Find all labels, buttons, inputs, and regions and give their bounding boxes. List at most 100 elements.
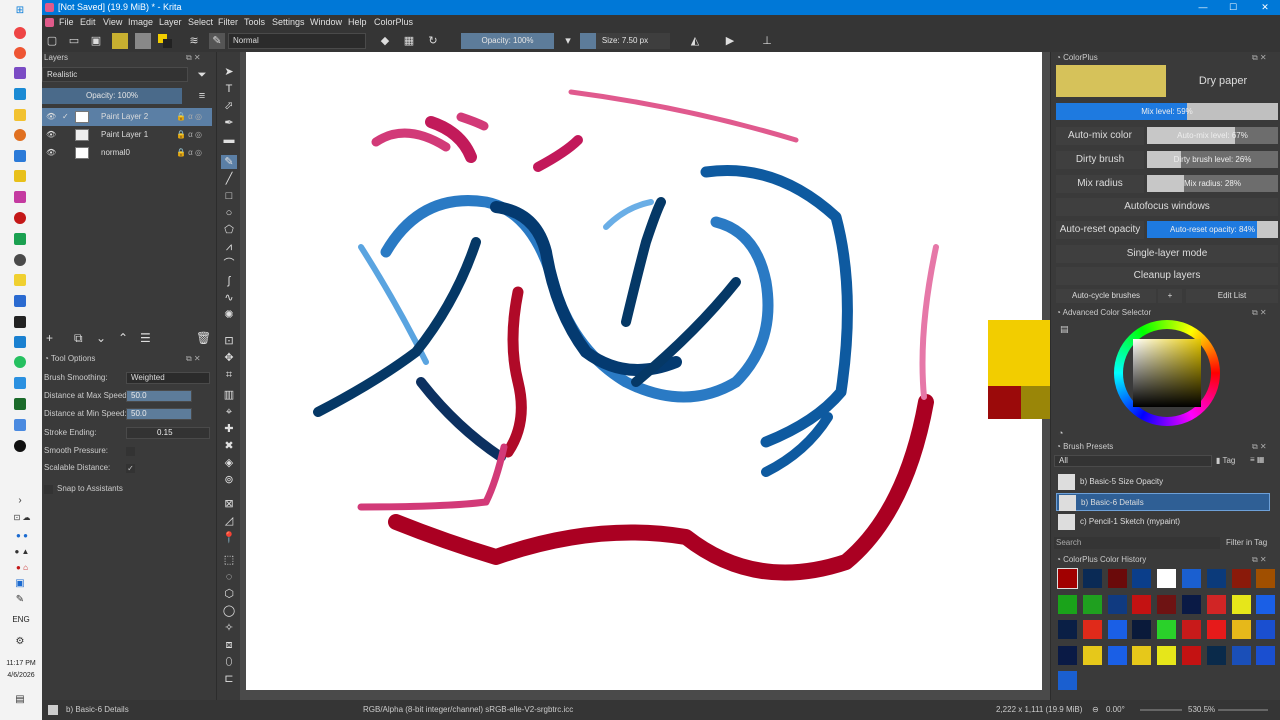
visibility-eye-icon[interactable]: 👁 <box>46 144 56 162</box>
duplicate-layer-icon[interactable]: ⧉ <box>74 331 83 346</box>
layer-opacity-slider[interactable]: Opacity: 100% <box>42 88 182 104</box>
float-icon[interactable]: ⧉ ✕ <box>186 353 201 365</box>
polyline-tool-icon[interactable]: ⩘ <box>221 240 237 254</box>
mirror-horizontal-icon[interactable]: ◭ <box>687 33 703 49</box>
layer-properties-icon[interactable]: ☰ <box>140 331 151 345</box>
scalable-distance-checkbox[interactable]: ✓ <box>126 464 135 473</box>
measure-tool-icon[interactable]: ◿ <box>221 514 237 528</box>
app-icon[interactable] <box>14 191 26 203</box>
colorize-mask-icon[interactable]: ✖ <box>221 439 237 453</box>
brush-settings-icon[interactable]: ≋ <box>186 33 202 49</box>
freehand-brush-icon[interactable]: ✎ <box>221 155 237 169</box>
history-swatch[interactable] <box>1256 569 1276 588</box>
language-indicator[interactable]: ENG <box>0 615 42 624</box>
preset-item[interactable]: c) Pencil-1 Sketch (mypaint) <box>1056 513 1270 531</box>
add-button[interactable]: + <box>1158 289 1182 303</box>
menu-select[interactable]: Select <box>188 15 213 30</box>
mix-radius-slider[interactable]: Mix radius: 28% <box>1147 175 1278 192</box>
fill-gradient-icon[interactable]: ▬ <box>221 133 237 147</box>
whatsapp-icon[interactable] <box>14 356 26 368</box>
enclose-fill-icon[interactable]: ⊚ <box>221 473 237 487</box>
checkbox-icon[interactable]: ✓ <box>62 108 69 126</box>
history-swatch[interactable] <box>1182 594 1201 614</box>
history-swatch[interactable] <box>1132 594 1152 614</box>
app-icon[interactable] <box>14 254 26 266</box>
text-tool-icon[interactable]: T <box>221 82 237 96</box>
history-swatch[interactable] <box>1107 594 1127 614</box>
smart-patch-icon[interactable]: ✚ <box>221 422 237 436</box>
contiguous-select-icon[interactable]: ✧ <box>221 621 237 635</box>
layer-flags-icon[interactable]: 🔒 α ◎ <box>176 144 202 162</box>
network-icon[interactable]: ▣ <box>14 578 26 590</box>
fg-bg-color-icon[interactable] <box>157 33 173 49</box>
history-swatch[interactable] <box>1082 620 1102 639</box>
layer-row-paint-layer-1[interactable]: 👁 Paint Layer 1 🔒 α ◎ <box>42 126 212 144</box>
app-icon[interactable] <box>14 398 26 410</box>
selector-settings-icon[interactable]: ▤ <box>1060 324 1072 336</box>
layer-flags-icon[interactable]: 🔒 α ◎ <box>176 126 202 144</box>
menu-window[interactable]: Window <box>310 15 342 30</box>
app-icon[interactable] <box>14 212 26 224</box>
app-icon[interactable] <box>14 440 26 452</box>
dirty-brush-button[interactable]: Dirty brush <box>1056 151 1144 169</box>
history-swatch[interactable] <box>1231 569 1251 588</box>
tray-icons[interactable]: ● ▲ <box>7 546 37 558</box>
visibility-eye-icon[interactable]: 👁 <box>46 108 56 126</box>
stroke-ending-spin[interactable]: 0.15 <box>126 427 210 439</box>
auto-mix-level-slider[interactable]: Auto-mix level: 67% <box>1147 127 1278 144</box>
assistant-tool-icon[interactable]: ⊠ <box>221 497 237 511</box>
save-icon[interactable]: ▣ <box>88 33 104 49</box>
float-icon[interactable]: ⧉ ✕ <box>1252 307 1267 319</box>
history-swatch[interactable] <box>1206 594 1226 614</box>
mirror-vertical-icon[interactable]: ▶ <box>722 33 738 49</box>
pattern-icon[interactable] <box>135 33 151 49</box>
freehand-path-icon[interactable]: ʃ <box>221 274 237 288</box>
calligraphy-icon[interactable]: ✒ <box>221 116 237 130</box>
menu-filter[interactable]: Filter <box>218 15 238 30</box>
mix-radius-button[interactable]: Mix radius <box>1056 175 1144 193</box>
close-button[interactable]: ✕ <box>1250 0 1280 15</box>
history-swatch[interactable] <box>1107 569 1127 588</box>
tray-icons[interactable]: ⊡ ☁ <box>7 512 37 524</box>
history-swatch[interactable] <box>1206 645 1226 665</box>
layer-row-normal0[interactable]: 👁 normal0 🔒 α ◎ <box>42 144 212 162</box>
menu-icon[interactable]: ≡ <box>194 88 210 104</box>
transform-tool-icon[interactable]: ⊡ <box>221 334 237 348</box>
krita-icon[interactable] <box>14 419 26 431</box>
gradient-icon[interactable] <box>112 33 128 49</box>
float-icon[interactable]: ⧉ ✕ <box>1252 441 1267 453</box>
visibility-eye-icon[interactable]: 👁 <box>46 126 56 144</box>
autofocus-windows-button[interactable]: Autofocus windows <box>1056 198 1278 216</box>
app-icon[interactable] <box>14 150 26 162</box>
history-swatch[interactable] <box>1231 620 1251 639</box>
preset-search-input[interactable]: Search <box>1054 537 1220 549</box>
history-swatch[interactable] <box>1107 645 1127 665</box>
background-color-swatch[interactable] <box>988 386 1021 419</box>
filter-in-tag-checkbox[interactable]: Filter in Tag <box>1226 537 1278 549</box>
reference-tool-icon[interactable]: 📍 <box>221 531 237 545</box>
history-swatch[interactable] <box>1157 645 1177 665</box>
layer-composite-select[interactable]: Realistic <box>42 67 188 82</box>
dynamic-brush-icon[interactable]: ∿ <box>221 291 237 305</box>
select-shapes-icon[interactable]: ➤ <box>221 65 237 79</box>
history-swatch[interactable] <box>1256 645 1276 665</box>
history-swatch[interactable] <box>1058 671 1077 690</box>
history-swatch[interactable] <box>1107 620 1127 639</box>
status-rotation[interactable]: 0.00° <box>1106 700 1125 720</box>
history-swatch[interactable] <box>1132 569 1152 588</box>
polygon-select-icon[interactable]: ⬡ <box>221 587 237 601</box>
color-history-toggle-icon[interactable]: ◔ <box>1058 428 1070 440</box>
history-swatch[interactable] <box>1206 569 1226 588</box>
hue-ring[interactable] <box>1114 320 1220 426</box>
history-swatch[interactable] <box>1157 620 1177 639</box>
brush-smoothing-select[interactable]: Weighted <box>126 372 210 384</box>
tray-icons[interactable]: ● ⌂ <box>7 562 37 574</box>
history-swatch[interactable] <box>1206 620 1226 639</box>
gradient-tool-icon[interactable]: ▥ <box>221 388 237 402</box>
app-icon[interactable] <box>14 377 26 389</box>
maximize-button[interactable]: ☐ <box>1218 0 1248 15</box>
notes-icon[interactable] <box>14 274 26 286</box>
move-down-icon[interactable]: ⌄ <box>96 331 106 345</box>
ellipse-select-icon[interactable]: ◌ <box>221 570 237 584</box>
terminal-icon[interactable] <box>14 316 26 328</box>
